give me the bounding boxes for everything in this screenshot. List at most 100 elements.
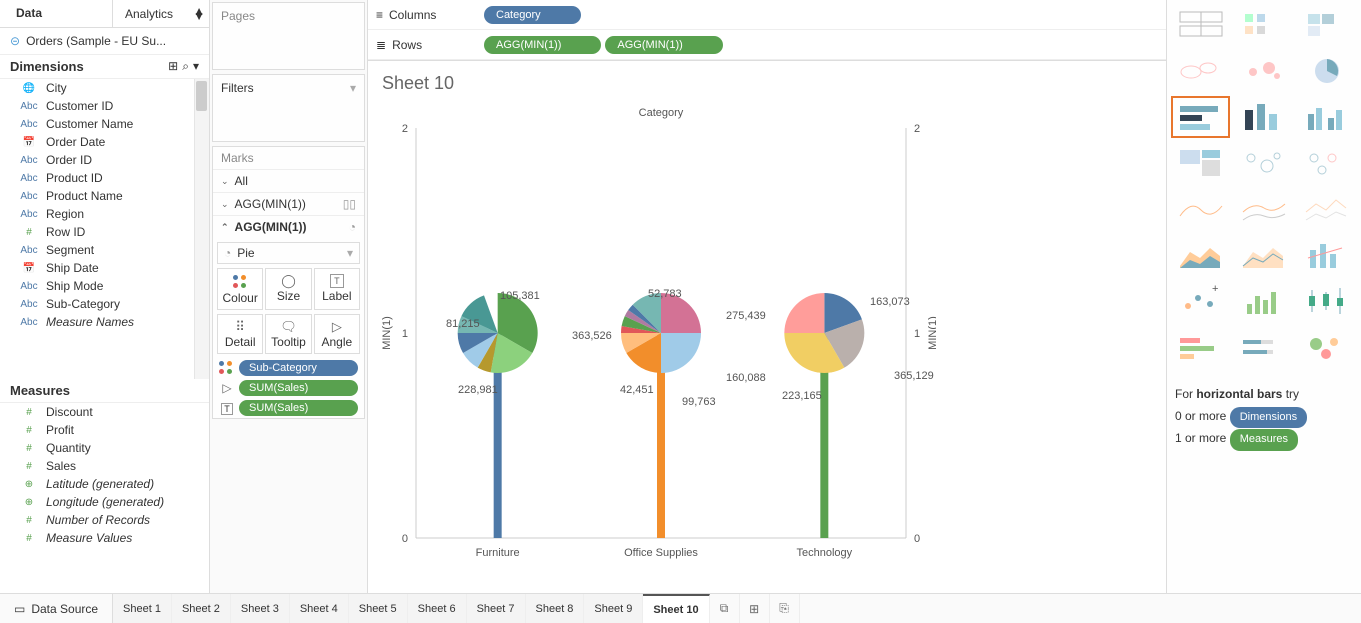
showme-thumb-2[interactable] [1298, 4, 1357, 46]
sheet-tab-sheet-2[interactable]: Sheet 2 [172, 594, 231, 623]
showme-thumb-4[interactable] [1234, 50, 1293, 92]
dimension-order-date[interactable]: 📅Order Date [0, 133, 209, 151]
show-me-panel: + For horizontal bars try 0 or more Dime… [1166, 0, 1361, 593]
marks-all-row[interactable]: ⌄All [213, 169, 364, 192]
scrollbar-track[interactable] [194, 79, 209, 379]
filters-menu-icon[interactable]: ▾ [350, 81, 356, 95]
hash-icon: # [20, 461, 38, 472]
mark-type-dropdown[interactable]: ◔Pie ▾ [217, 242, 360, 264]
showme-thumb-11[interactable] [1298, 142, 1357, 184]
marks-agg2-row[interactable]: ⌃AGG(MIN(1))◔ [213, 215, 364, 238]
measure-latitude-generated-[interactable]: ⊕Latitude (generated) [0, 475, 209, 493]
showme-thumb-20[interactable] [1298, 280, 1357, 322]
dimension-region[interactable]: AbcRegion [0, 205, 209, 223]
showme-thumb-18[interactable]: + [1171, 280, 1230, 322]
column-pill[interactable]: Category [484, 6, 581, 24]
dimension-order-id[interactable]: AbcOrder ID [0, 151, 209, 169]
dimension-segment[interactable]: AbcSegment [0, 241, 209, 259]
sheet-title[interactable]: Sheet 10 [382, 73, 1158, 94]
measure-measure-values[interactable]: #Measure Values [0, 529, 209, 547]
dimension-product-id[interactable]: AbcProduct ID [0, 169, 209, 187]
view-icon[interactable]: ⊞ [168, 59, 178, 74]
angle-button[interactable]: ▷Angle [314, 314, 360, 354]
sheet-tab-sheet-5[interactable]: Sheet 5 [349, 594, 408, 623]
new-story-button[interactable]: ⎘ [770, 594, 800, 623]
dimension-ship-mode[interactable]: AbcShip Mode [0, 277, 209, 295]
svg-text:2: 2 [914, 123, 920, 135]
showme-thumb-13[interactable] [1234, 188, 1293, 230]
dimension-ship-date[interactable]: 📅Ship Date [0, 259, 209, 277]
showme-thumb-17[interactable] [1298, 234, 1357, 276]
colour-button[interactable]: Colour [217, 268, 263, 310]
mark-type-label: Pie [237, 246, 254, 260]
showme-thumb-16[interactable] [1234, 234, 1293, 276]
sheet-tab-sheet-8[interactable]: Sheet 8 [526, 594, 585, 623]
showme-thumb-0[interactable] [1171, 4, 1230, 46]
label-button[interactable]: TLabel [314, 268, 360, 310]
sheet-tab-sheet-9[interactable]: Sheet 9 [584, 594, 643, 623]
measure-longitude-generated-[interactable]: ⊕Longitude (generated) [0, 493, 209, 511]
data-source-connector[interactable]: ⊝ Orders (Sample - EU Su... [0, 28, 209, 55]
svg-text:0: 0 [402, 533, 408, 545]
size-button[interactable]: ◯Size [265, 268, 311, 310]
measure-sales[interactable]: #Sales [0, 457, 209, 475]
dimension-sub-category[interactable]: AbcSub-Category [0, 295, 209, 313]
detail-button[interactable]: ⠿Detail [217, 314, 263, 354]
row-pill[interactable]: AGG(MIN(1)) [484, 36, 601, 54]
mark-pill-sub-category[interactable]: Sub-Category [213, 358, 364, 378]
new-worksheet-button[interactable]: ⧉ [710, 594, 740, 623]
tooltip-button[interactable]: 🗨Tooltip [265, 314, 311, 354]
showme-thumb-19[interactable] [1234, 280, 1293, 322]
marks-agg1-row[interactable]: ⌄AGG(MIN(1))▯▯ [213, 192, 364, 215]
pages-shelf[interactable]: Pages [212, 2, 365, 70]
sheet-tab-sheet-1[interactable]: Sheet 1 [113, 594, 172, 623]
showme-thumb-14[interactable] [1298, 188, 1357, 230]
tab-analytics[interactable]: Analytics ▲▼ [112, 0, 209, 27]
new-dashboard-button[interactable]: ⊞ [740, 594, 770, 623]
row-pill[interactable]: AGG(MIN(1)) [605, 36, 722, 54]
mark-pill-sum-sales-[interactable]: ▷SUM(Sales) [213, 378, 364, 398]
showme-thumb-15[interactable] [1171, 234, 1230, 276]
showme-thumb-23[interactable] [1298, 326, 1357, 368]
dimension-product-name[interactable]: AbcProduct Name [0, 187, 209, 205]
showme-thumb-9[interactable] [1171, 142, 1230, 184]
showme-thumb-8[interactable] [1298, 96, 1357, 138]
menu-icon[interactable]: ▾ [193, 59, 199, 74]
measure-discount[interactable]: #Discount [0, 403, 209, 421]
sheet-tab-sheet-6[interactable]: Sheet 6 [408, 594, 467, 623]
measure-profit[interactable]: #Profit [0, 421, 209, 439]
showme-thumb-10[interactable] [1234, 142, 1293, 184]
showme-thumb-3[interactable] [1171, 50, 1230, 92]
sheet-tab-sheet-7[interactable]: Sheet 7 [467, 594, 526, 623]
dimension-measure-names[interactable]: AbcMeasure Names [0, 313, 209, 331]
mark-pill-sum-sales-[interactable]: TSUM(Sales) [213, 398, 364, 418]
abc-icon: Abc [20, 191, 38, 202]
chevron-down-icon: ⌄ [221, 176, 229, 187]
filters-shelf[interactable]: Filters▾ [212, 74, 365, 142]
measure-number-of-records[interactable]: #Number of Records [0, 511, 209, 529]
rows-shelf[interactable]: ≣Rows AGG(MIN(1))AGG(MIN(1)) [368, 30, 1166, 60]
showme-thumb-1[interactable] [1234, 4, 1293, 46]
showme-thumb-21[interactable] [1171, 326, 1230, 368]
dimension-row-id[interactable]: #Row ID [0, 223, 209, 241]
svg-text:MIN(1): MIN(1) [927, 316, 936, 350]
columns-shelf[interactable]: ≡Columns Category [368, 0, 1166, 30]
sheet-tab-sheet-10[interactable]: Sheet 10 [643, 594, 709, 623]
measure-quantity[interactable]: #Quantity [0, 439, 209, 457]
dimension-customer-id[interactable]: AbcCustomer ID [0, 97, 209, 115]
showme-thumb-22[interactable] [1234, 326, 1293, 368]
scrollbar-thumb[interactable] [196, 81, 207, 111]
showme-thumb-6[interactable] [1171, 96, 1230, 138]
showme-thumb-5[interactable] [1298, 50, 1357, 92]
datasource-icon: ▭ [14, 602, 25, 616]
sheet-tab-sheet-4[interactable]: Sheet 4 [290, 594, 349, 623]
dimension-city[interactable]: 🌐City [0, 79, 209, 97]
tab-data[interactable]: Data [0, 0, 112, 27]
field-label: Customer Name [46, 117, 133, 131]
dimension-customer-name[interactable]: AbcCustomer Name [0, 115, 209, 133]
search-icon[interactable]: ⌕ [182, 59, 189, 74]
sheet-tab-sheet-3[interactable]: Sheet 3 [231, 594, 290, 623]
showme-thumb-12[interactable] [1171, 188, 1230, 230]
data-source-tab[interactable]: ▭Data Source [0, 594, 113, 623]
showme-thumb-7[interactable] [1234, 96, 1293, 138]
